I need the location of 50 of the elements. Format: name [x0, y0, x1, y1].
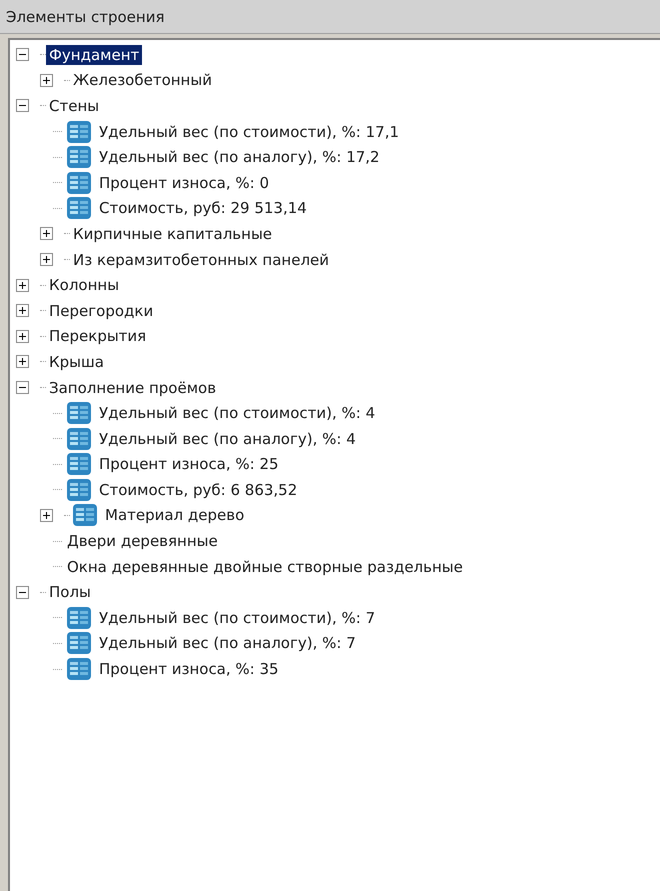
tree-item[interactable]: Двери деревянные: [64, 531, 221, 552]
table-icon: [66, 606, 92, 630]
table-icon: [66, 452, 92, 476]
table-icon: [72, 503, 98, 528]
tree-item[interactable]: Заполнение проёмов: [46, 378, 220, 398]
expand-toggle[interactable]: [40, 74, 53, 87]
table-icon: [66, 120, 92, 144]
tree-item[interactable]: Удельный вес (по стоимости), %: 17,1: [96, 122, 402, 142]
table-icon: [66, 657, 92, 682]
tree-item[interactable]: Удельный вес (по аналогу), %: 4: [96, 428, 359, 449]
table-icon: [66, 478, 92, 502]
tree-item[interactable]: Перегородки: [46, 300, 156, 321]
tree-item[interactable]: Материал дерево: [102, 505, 248, 526]
tree-item[interactable]: Крыша: [46, 352, 107, 372]
tree-item[interactable]: Процент износа, %: 35: [96, 659, 282, 680]
panel-title: Элементы строения: [6, 8, 164, 26]
table-icon: [66, 145, 92, 170]
table-icon: [66, 426, 92, 451]
expand-toggle[interactable]: [40, 253, 53, 266]
collapse-toggle[interactable]: [16, 586, 29, 599]
tree-item[interactable]: Процент износа, %: 25: [96, 454, 282, 474]
tree-item[interactable]: Железобетонный: [70, 70, 215, 90]
tree-item[interactable]: Удельный вес (по стоимости), %: 7: [96, 608, 378, 628]
expand-toggle[interactable]: [16, 355, 29, 368]
expand-toggle[interactable]: [40, 227, 53, 240]
collapse-toggle[interactable]: [16, 381, 29, 394]
table-icon: [66, 401, 92, 426]
tree-item[interactable]: Кирпичные капитальные: [70, 224, 276, 244]
tree-item[interactable]: Полы: [46, 582, 94, 602]
tree-item[interactable]: Процент износа, %: 0: [96, 172, 272, 193]
expand-toggle[interactable]: [16, 278, 29, 292]
tree-item[interactable]: Стоимость, руб: 6 863,52: [96, 480, 300, 500]
tree-item[interactable]: Удельный вес (по стоимости), %: 4: [96, 403, 378, 424]
collapse-toggle[interactable]: [16, 99, 29, 112]
tree-item[interactable]: Удельный вес (по аналогу), %: 17,2: [96, 147, 383, 168]
tree-item[interactable]: Окна деревянные двойные створные раздельные: [64, 556, 466, 577]
tree-item[interactable]: Фундамент: [46, 44, 142, 65]
tree-item[interactable]: Из керамзитобетонных панелей: [70, 250, 332, 270]
tree-item[interactable]: Колонны: [46, 275, 122, 296]
tree-item[interactable]: Перекрытия: [46, 326, 150, 346]
expand-toggle[interactable]: [16, 330, 29, 343]
expand-toggle[interactable]: [16, 304, 29, 318]
table-icon: [66, 196, 92, 220]
expand-toggle[interactable]: [40, 508, 53, 522]
tree-item[interactable]: Стоимость, руб: 29 513,14: [96, 198, 310, 218]
table-icon: [66, 170, 92, 195]
table-icon: [66, 631, 92, 656]
tree-item[interactable]: Стены: [46, 96, 102, 116]
tree-item[interactable]: Удельный вес (по аналогу), %: 7: [96, 633, 359, 654]
collapse-toggle[interactable]: [16, 48, 29, 62]
